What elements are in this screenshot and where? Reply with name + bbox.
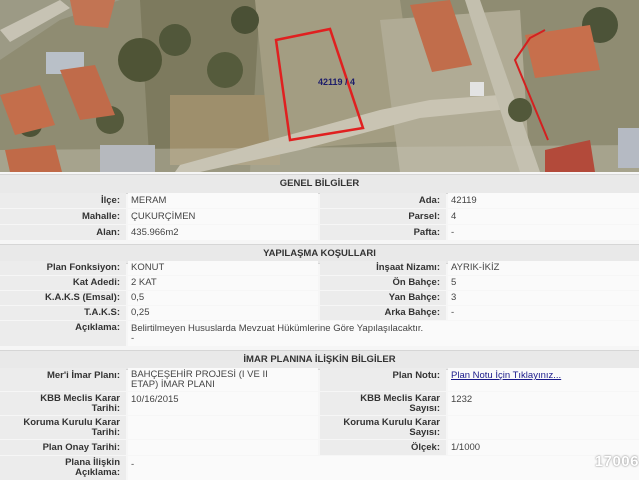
row-mahalle-parsel: Mahalle: ÇUKURÇİMEN Parsel: 4: [0, 209, 639, 225]
plan-onay-value: [128, 440, 318, 455]
row-koruma: Koruma Kurulu Karar Tarihi: Koruma Kurul…: [0, 416, 639, 440]
olcek-label: Ölçek:: [320, 440, 446, 455]
kbb-sayi-label: KBB Meclis Karar Sayısı:: [320, 392, 446, 415]
aciklama-line2: -: [131, 333, 135, 344]
aciklama-label: Açıklama:: [0, 321, 126, 346]
kat-label: Kat Adedi:: [0, 276, 126, 290]
row-onay-olcek: Plan Onay Tarihi: Ölçek: 1/1000: [0, 440, 639, 456]
plana-iliskin-label-line2: Açıklama:: [75, 467, 120, 478]
koruma-tarih-label: Koruma Kurulu Karar Tarihi:: [0, 416, 126, 439]
plan-notu-link[interactable]: Plan Notu İçin Tıklayınız...: [451, 370, 561, 381]
yan-bahce-value: 3: [448, 291, 639, 305]
plana-iliskin-label: Plana İlişkin Açıklama:: [0, 456, 126, 480]
row-alan-pafta: Alan: 435.966m2 Pafta: -: [0, 225, 639, 241]
koruma-sayi-value: [448, 416, 639, 439]
alan-label: Alan:: [0, 225, 126, 240]
arka-bahce-value: -: [448, 306, 639, 320]
pafta-value: -: [448, 225, 639, 240]
meri-line2: ETAP) İMAR PLANI: [131, 379, 215, 390]
row-meri-notu: Mer'i İmar Planı: BAHÇEŞEHİR PROJESİ (I …: [0, 368, 639, 392]
alan-value: 435.966m2: [128, 225, 318, 240]
row-ilce-ada: İlçe: MERAM Ada: 42119: [0, 193, 639, 209]
ada-value: 42119: [448, 193, 639, 208]
plan-onay-label: Plan Onay Tarihi:: [0, 440, 126, 455]
nizam-value: AYRIK-İKİZ: [448, 261, 639, 275]
kbb-sayi-label-line2: Sayısı:: [409, 403, 440, 414]
kbb-tarih-value: 10/16/2015: [128, 392, 318, 415]
ilce-label: İlçe:: [0, 193, 126, 208]
arka-bahce-label: Arka Bahçe:: [320, 306, 446, 320]
pafta-label: Pafta:: [320, 225, 446, 240]
nizam-label: İnşaat Nizamı:: [320, 261, 446, 275]
plana-iliskin-value: -: [128, 456, 639, 480]
row-aciklama: Açıklama: Belirtilmeyen Hususlarda Mevzu…: [0, 321, 639, 347]
on-bahce-value: 5: [448, 276, 639, 290]
ada-label: Ada:: [320, 193, 446, 208]
parsel-value: 4: [448, 209, 639, 224]
row-taks-arka: T.A.K.S: 0,25 Arka Bahçe: -: [0, 306, 639, 321]
parsel-label: Parsel:: [320, 209, 446, 224]
ilce-value: MERAM: [128, 193, 318, 208]
satellite-map[interactable]: 42119 / 4: [0, 0, 639, 172]
mahalle-value: ÇUKURÇİMEN: [128, 209, 318, 224]
row-kat-on: Kat Adedi: 2 KAT Ön Bahçe: 5: [0, 276, 639, 291]
on-bahce-label: Ön Bahçe:: [320, 276, 446, 290]
kbb-tarih-label-line2: Tarihi:: [91, 403, 120, 414]
plan-notu-label: Plan Notu:: [320, 368, 446, 391]
row-kaks-yan: K.A.K.S (Emsal): 0,5 Yan Bahçe: 3: [0, 291, 639, 306]
koruma-sayi-label: Koruma Kurulu Karar Sayısı:: [320, 416, 446, 439]
kbb-tarih-label: KBB Meclis Karar Tarihi:: [0, 392, 126, 415]
kbb-sayi-value: 1232: [448, 392, 639, 415]
row-plana-iliskin: Plana İlişkin Açıklama: -: [0, 456, 639, 480]
kaks-value: 0,5: [128, 291, 318, 305]
aciklama-value: Belirtilmeyen Hususlarda Mevzuat Hükümle…: [128, 321, 639, 346]
section-title-imar: İMAR PLANINA İLİŞKİN BİLGİLER: [0, 350, 639, 370]
watermark-text: 17006: [594, 453, 639, 470]
fonksiyon-value: KONUT: [128, 261, 318, 275]
kat-value: 2 KAT: [128, 276, 318, 290]
koruma-tarih-value: [128, 416, 318, 439]
fonksiyon-label: Plan Fonksiyon:: [0, 261, 126, 275]
parcel-label: 42119 / 4: [318, 77, 356, 87]
plan-notu-value: Plan Notu İçin Tıklayınız...: [448, 368, 639, 391]
parcel-info-panel: GENEL BİLGİLER İlçe: MERAM Ada: 42119 Ma…: [0, 172, 639, 480]
mahalle-label: Mahalle:: [0, 209, 126, 224]
yan-bahce-label: Yan Bahçe:: [320, 291, 446, 305]
taks-label: T.A.K.S:: [0, 306, 126, 320]
taks-value: 0,25: [128, 306, 318, 320]
section-title-genel: GENEL BİLGİLER: [0, 174, 639, 194]
koruma-tarih-label-line2: Tarihi:: [91, 427, 120, 438]
kaks-label: K.A.K.S (Emsal):: [0, 291, 126, 305]
meri-label: Mer'i İmar Planı:: [0, 368, 126, 391]
aciklama-line1: Belirtilmeyen Hususlarda Mevzuat Hükümle…: [131, 323, 424, 334]
koruma-sayi-label-line2: Sayısı:: [409, 427, 440, 438]
row-fonksiyon-nizam: Plan Fonksiyon: KONUT İnşaat Nizamı: AYR…: [0, 261, 639, 276]
meri-value: BAHÇEŞEHİR PROJESİ (I VE II ETAP) İMAR P…: [128, 368, 318, 391]
row-kbb: KBB Meclis Karar Tarihi: 10/16/2015 KBB …: [0, 392, 639, 416]
